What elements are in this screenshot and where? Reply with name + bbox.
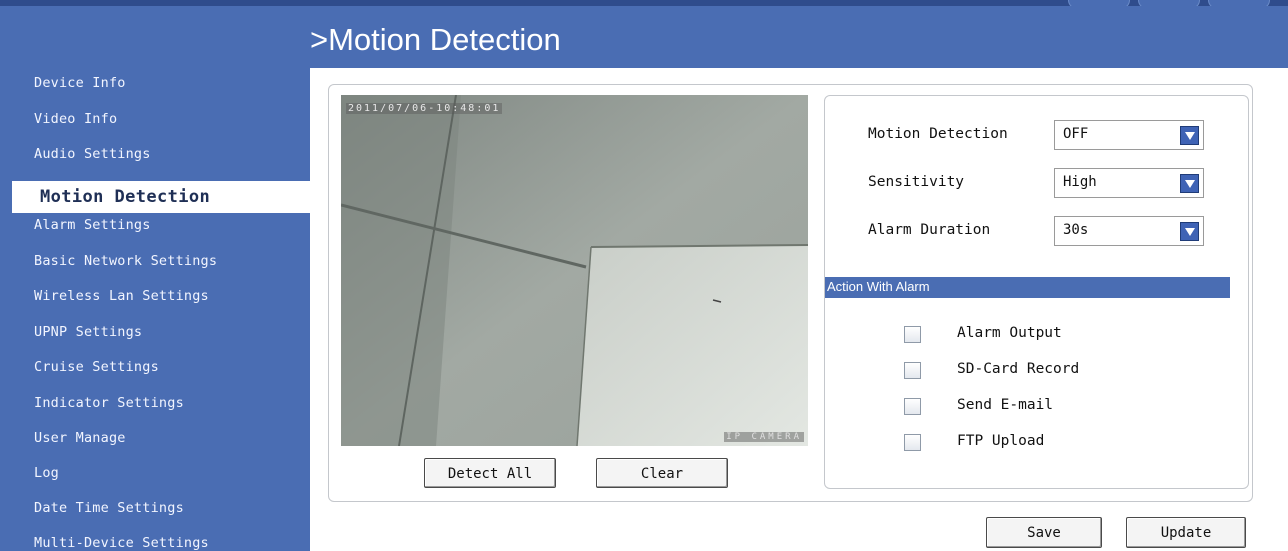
action-with-alarm-title: Action With Alarm: [827, 279, 930, 294]
alarm-output-checkbox[interactable]: [904, 326, 921, 343]
ftp-upload-label: FTP Upload: [957, 433, 1045, 449]
update-button[interactable]: Update: [1126, 517, 1246, 548]
sidebar-item-video-info[interactable]: Video Info: [34, 111, 117, 127]
motion-detection-label: Motion Detection: [868, 126, 1008, 142]
sensitivity-select[interactable]: High: [1054, 168, 1204, 198]
chevron-down-icon: [1180, 222, 1199, 241]
alarm-duration-label: Alarm Duration: [868, 222, 991, 238]
camera-image: [341, 95, 808, 446]
sd-card-record-label: SD-Card Record: [957, 361, 1080, 377]
sidebar-item-upnp-settings[interactable]: UPNP Settings: [34, 324, 142, 340]
sidebar-item-log[interactable]: Log: [34, 465, 59, 481]
page-title: >Motion Detection: [310, 22, 561, 57]
sidebar-item-indicator-settings[interactable]: Indicator Settings: [34, 395, 184, 411]
sensitivity-value: High: [1063, 174, 1097, 190]
sidebar-item-multi-device-settings[interactable]: Multi-Device Settings: [34, 535, 209, 551]
alarm-output-label: Alarm Output: [957, 325, 1062, 341]
sidebar-item-label: Motion Detection: [40, 187, 211, 207]
sidebar: Device Info Video Info Audio Settings Mo…: [0, 6, 310, 551]
sd-card-record-checkbox[interactable]: [904, 362, 921, 379]
page-header: >Motion Detection: [310, 6, 1288, 68]
sidebar-item-wireless-lan-settings[interactable]: Wireless Lan Settings: [34, 288, 209, 304]
sidebar-item-motion-detection[interactable]: Motion Detection: [12, 181, 310, 213]
sensitivity-label: Sensitivity: [868, 174, 965, 190]
send-email-checkbox[interactable]: [904, 398, 921, 415]
alarm-duration-value: 30s: [1063, 222, 1089, 238]
sidebar-item-device-info[interactable]: Device Info: [34, 75, 126, 91]
sidebar-item-date-time-settings[interactable]: Date Time Settings: [34, 500, 184, 516]
sidebar-item-user-manage[interactable]: User Manage: [34, 430, 126, 446]
detect-all-button[interactable]: Detect All: [424, 458, 556, 488]
chevron-down-icon: [1180, 174, 1199, 193]
save-button[interactable]: Save: [986, 517, 1102, 548]
sidebar-item-alarm-settings[interactable]: Alarm Settings: [34, 217, 151, 233]
video-watermark: IP CAMERA: [724, 432, 804, 442]
sidebar-item-cruise-settings[interactable]: Cruise Settings: [34, 359, 159, 375]
clear-button[interactable]: Clear: [596, 458, 728, 488]
sidebar-item-audio-settings[interactable]: Audio Settings: [34, 146, 151, 162]
send-email-label: Send E-mail: [957, 397, 1054, 413]
motion-detection-value: OFF: [1063, 126, 1089, 142]
chevron-down-icon: [1180, 126, 1199, 145]
alarm-duration-select[interactable]: 30s: [1054, 216, 1204, 246]
ftp-upload-checkbox[interactable]: [904, 434, 921, 451]
video-preview[interactable]: 2011/07/06-10:48:01 IP CAMERA: [341, 95, 808, 446]
motion-detection-select[interactable]: OFF: [1054, 120, 1204, 150]
action-with-alarm-header: Action With Alarm: [825, 277, 1230, 298]
sidebar-item-basic-network-settings[interactable]: Basic Network Settings: [34, 253, 217, 269]
video-timestamp: 2011/07/06-10:48:01: [346, 103, 503, 114]
